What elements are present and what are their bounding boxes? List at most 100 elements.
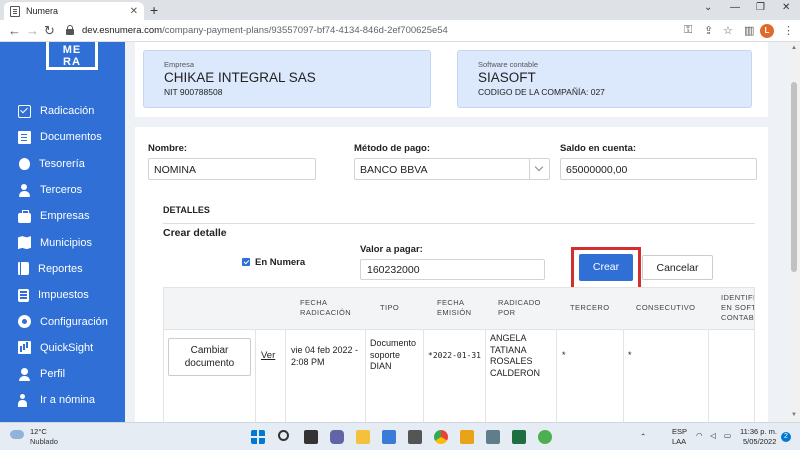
cell-radicado-por: ANGELA TATIANA ROSALES CALDERON [490,333,541,378]
sidebar-item-configuracion[interactable]: Configuración [0,308,125,334]
minimize-icon[interactable]: — [730,2,740,13]
col-tercero[interactable]: TERCERO [570,303,609,313]
chevron-up-icon[interactable]: ⌃ [640,432,646,441]
sidebar-item-municipios[interactable]: Municipios [0,229,125,255]
calculator-app-icon[interactable] [486,430,500,444]
url-field[interactable]: dev.esnumera.com/company-payment-plans/9… [82,25,448,36]
restore-icon[interactable]: ❐ [756,2,765,13]
detalles-title: DETALLES [163,205,210,215]
cell-fecha-radicacion: vie 04 feb 2022 - 2:08 PM [291,345,359,367]
speaker-icon[interactable]: ◁ [710,431,716,440]
chevron-down-icon [529,159,549,179]
language-indicator[interactable]: ESP [672,427,687,436]
col-identificador[interactable]: IDENTIFI EN SOFT CONTABL [721,293,754,323]
col-fecha-radicacion[interactable]: FECHA RADICACIÓN [300,298,351,318]
check-square-icon [18,104,31,118]
sidebar-item-tesoreria[interactable]: Tesorería [0,151,125,177]
reload-icon[interactable]: ↻ [44,23,55,39]
language-layout[interactable]: LAA [672,437,686,446]
sidebar-item-label: Reportes [38,262,83,275]
col-fecha-emision[interactable]: FECHA EMISIÓN [437,298,471,318]
scroll-up-icon[interactable]: ▲ [791,45,797,51]
chrome-icon[interactable] [434,430,448,444]
column-divider [423,330,424,422]
numera-logo[interactable]: ME RA [46,42,98,70]
cambiar-documento-button[interactable]: Cambiar documento [168,338,251,376]
browser-tab[interactable]: Numera ✕ [4,2,144,20]
scroll-thumb[interactable] [791,82,797,272]
back-arrow-icon[interactable]: ← [8,23,21,38]
teams-chat-icon[interactable] [330,430,344,444]
sidebar-item-impuestos[interactable]: Impuestos [0,282,125,308]
star-icon[interactable]: ☆ [723,24,733,37]
document-icon [18,130,31,144]
task-view-icon[interactable] [304,430,318,444]
saldo-label: Saldo en cuenta: [560,143,637,154]
file-explorer-icon[interactable] [356,430,370,444]
company-info-card: Empresa CHIKAE INTEGRAL SAS NIT 90078850… [135,42,768,117]
scroll-down-icon[interactable]: ▼ [791,412,797,418]
sidebar-item-quicksight[interactable]: QuickSight [0,335,125,361]
column-divider [285,330,286,422]
saldo-field[interactable]: 65000000,00 [560,158,757,180]
empresa-label: Empresa [164,60,195,69]
clock-time[interactable]: 11:36 p. m. [740,427,777,436]
sidebar-item-empresas[interactable]: Empresas [0,203,125,229]
chevron-down-icon[interactable]: ⌄ [704,2,712,13]
sidebar-item-label: Radicación [40,105,95,118]
clock-date[interactable]: 5/05/2022 [743,437,776,446]
windows-taskbar: 12°C Nublado ⌃ ESP LAA ◠ ◁ ▭ 11:36 p. m.… [0,422,800,450]
software-name: SIASOFT [478,70,536,85]
crear-button[interactable]: Crear [579,254,633,281]
detalles-table: FECHA RADICACIÓN TIPO FECHA EMISIÓN RADI… [163,287,755,422]
close-window-icon[interactable]: ✕ [782,2,790,13]
tab-close-icon[interactable]: ✕ [130,6,138,17]
app-icon[interactable] [538,430,552,444]
sidebar-item-reportes[interactable]: Reportes [0,256,125,282]
nombre-field[interactable]: NOMINA [148,158,316,180]
gear-icon [18,315,31,329]
app-icon[interactable] [408,430,422,444]
new-tab-icon[interactable]: + [150,2,158,18]
battery-icon[interactable]: ▭ [724,431,731,440]
app-icon[interactable] [460,430,474,444]
users-icon [18,183,31,197]
menu-dots-icon[interactable]: ⋮ [783,24,794,37]
search-icon[interactable] [278,430,289,441]
valor-label: Valor a pagar: [360,244,423,255]
col-consecutivo[interactable]: CONSECUTIVO [636,303,695,313]
lock-icon[interactable] [66,25,74,35]
windows-start-icon[interactable] [251,430,265,444]
column-divider [708,330,709,422]
sidebar-item-terceros[interactable]: Terceros [0,177,125,203]
excel-icon[interactable] [512,430,526,444]
col-radicado-por[interactable]: RADICADO POR [498,298,541,318]
sidebar: ME RA Radicación Documentos Tesorería Te… [0,42,125,422]
weather-desc[interactable]: Nublado [30,437,58,446]
sidebar-item-documentos[interactable]: Documentos [0,124,125,150]
money-bag-icon [19,157,30,170]
col-tipo[interactable]: TIPO [380,303,399,313]
page-scrollbar[interactable]: ▲ ▼ [788,42,800,422]
share-icon[interactable]: ⇪ [704,24,713,37]
sidebar-item-perfil[interactable]: Perfil [0,361,125,387]
sidebar-item-radicacion[interactable]: Radicación [0,98,125,124]
address-bar: ← → ↻ dev.esnumera.com/company-payment-p… [0,20,800,42]
en-numera-checkbox[interactable] [242,258,250,266]
profile-avatar[interactable]: L [760,24,774,38]
weather-temp[interactable]: 12°C [30,427,47,436]
sidebar-item-ir-a-nomina[interactable]: Ir a nómina [0,387,125,413]
ver-link[interactable]: Ver [261,350,275,361]
logo-text: ME RA [62,44,82,68]
forward-arrow-icon[interactable]: → [26,23,39,38]
notification-badge[interactable]: 2 [781,432,791,442]
cancelar-button[interactable]: Cancelar [642,255,713,280]
key-icon[interactable]: ⚿ [684,24,692,37]
wifi-icon[interactable]: ◠ [696,431,703,440]
cloud-icon[interactable] [10,430,24,439]
store-icon[interactable] [382,430,396,444]
metodo-select[interactable]: BANCO BBVA [354,158,550,180]
sidepanel-icon[interactable]: ▥ [744,24,754,37]
valor-field[interactable]: 160232000 [360,259,545,280]
table-header: FECHA RADICACIÓN TIPO FECHA EMISIÓN RADI… [164,288,754,330]
